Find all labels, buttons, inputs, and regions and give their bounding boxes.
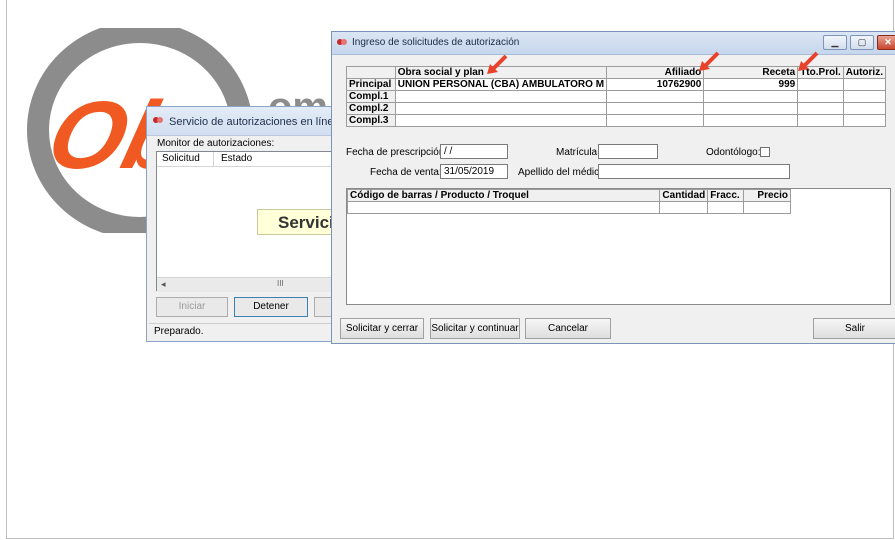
column-estado[interactable]: Estado [221,153,252,164]
products-cell-cantidad[interactable] [658,201,709,214]
column-solicitud[interactable]: Solicitud [162,153,200,164]
grid-cell-afiliado[interactable] [606,114,705,127]
grid-row[interactable]: Compl.3 [346,114,887,127]
grid-cell-autoriz[interactable] [842,102,887,115]
odontologo-label: Odontólogo: [706,147,761,158]
solicitar-cerrar-button[interactable]: Solicitar y cerrar [340,318,424,339]
odontologo-checkbox[interactable] [760,147,770,157]
grid-cell-plan[interactable] [394,102,608,115]
grid-cell-autoriz[interactable] [842,78,887,91]
salir-button[interactable]: Salir [813,318,895,339]
monitor-list-header: Solicitud Estado [157,152,345,167]
grid-header-blank [346,66,396,79]
app-icon [153,117,163,123]
products-header-fracc: Fracc. [707,189,744,202]
detener-button[interactable]: Detener [234,297,308,317]
arrow-icon [487,54,508,74]
grid-cell-afiliado[interactable] [606,102,705,115]
products-table[interactable]: Código de barras / Producto / Troquel Ca… [347,189,792,214]
scroll-thumb-grip[interactable]: III [277,279,284,288]
horizontal-scrollbar[interactable]: ◂ III [157,277,345,292]
app-icon [337,39,347,45]
fecha-venta-label: Fecha de venta: [370,167,442,178]
products-header-cantidad: Cantidad [658,189,709,202]
apellido-medico-label: Apellido del médico: [518,167,608,178]
main-window-title: Ingreso de solicitudes de autorización [352,37,520,48]
grid-cell-plan[interactable]: UNION PERSONAL (CBA) AMBULATORO M [394,78,608,91]
grid-row-label: Compl.1 [346,90,396,103]
monitor-label: Monitor de autorizaciones: [157,138,275,149]
products-header-precio: Precio [742,189,792,202]
main-window[interactable]: Ingreso de solicitudes de autorización ▁… [331,31,895,344]
grid-header-afiliado: Afiliado [606,66,705,79]
obra-social-grid[interactable]: Obra social y plan Afiliado Receta Tto.P… [346,66,887,127]
grid-cell-receta[interactable] [703,90,799,103]
grid-cell-receta[interactable]: 999 [703,78,799,91]
grid-cell-receta[interactable] [703,102,799,115]
close-icon[interactable]: ✕ [877,35,895,50]
fecha-venta-input[interactable]: 31/05/2019 [440,164,508,179]
scroll-left-icon[interactable]: ◂ [161,279,166,290]
minimize-icon[interactable]: ▁ [823,35,847,50]
grid-cell-autoriz[interactable] [842,90,887,103]
grid-cell-ttoprol[interactable] [797,102,844,115]
grid-cell-ttoprol[interactable] [797,114,844,127]
products-cell-fracc[interactable] [707,201,744,214]
solicitar-continuar-button[interactable]: Solicitar y continuar [430,318,520,339]
cancelar-button[interactable]: Cancelar [525,318,611,339]
products-row[interactable] [347,201,792,214]
grid-cell-autoriz[interactable] [842,114,887,127]
grid-cell-plan[interactable] [394,90,608,103]
grid-row-label: Principal [346,78,396,91]
grid-cell-ttoprol[interactable] [797,90,844,103]
apellido-medico-input[interactable] [598,164,790,179]
products-header-row: Código de barras / Producto / Troquel Ca… [347,189,792,202]
grid-cell-afiliado[interactable]: 10762900 [606,78,705,91]
fecha-prescripcion-label: Fecha de prescripción: [346,147,448,158]
matricula-input[interactable] [598,144,658,159]
arrow-icon [798,51,819,71]
maximize-icon[interactable]: ▢ [850,35,874,50]
background-window[interactable]: Servicio de autorizaciones en línea Moni… [146,106,347,342]
products-cell-precio[interactable] [742,201,792,214]
products-cell-codigo[interactable] [347,201,660,214]
status-bar: Preparado. [149,323,343,339]
grid-row-label: Compl.3 [346,114,396,127]
iniciar-button[interactable]: Iniciar [156,297,228,317]
background-window-title: Servicio de autorizaciones en línea [169,116,340,128]
grid-cell-plan[interactable] [394,114,608,127]
products-header-codigo: Código de barras / Producto / Troquel [347,189,660,202]
matricula-label: Matrícula: [556,147,600,158]
grid-row[interactable]: Compl.1 [346,90,887,103]
grid-cell-ttoprol[interactable] [797,78,844,91]
grid-row[interactable]: Compl.2 [346,102,887,115]
grid-row[interactable]: Principal UNION PERSONAL (CBA) AMBULATOR… [346,78,887,91]
fecha-prescripcion-input[interactable]: / / [440,144,508,159]
products-grid[interactable]: Código de barras / Producto / Troquel Ca… [346,188,891,305]
arrow-icon [699,51,720,71]
background-window-titlebar[interactable]: Servicio de autorizaciones en línea [147,107,345,136]
grid-header-autoriz: Autoriz. [842,66,887,79]
grid-cell-receta[interactable] [703,114,799,127]
grid-cell-afiliado[interactable] [606,90,705,103]
grid-row-label: Compl.2 [346,102,396,115]
